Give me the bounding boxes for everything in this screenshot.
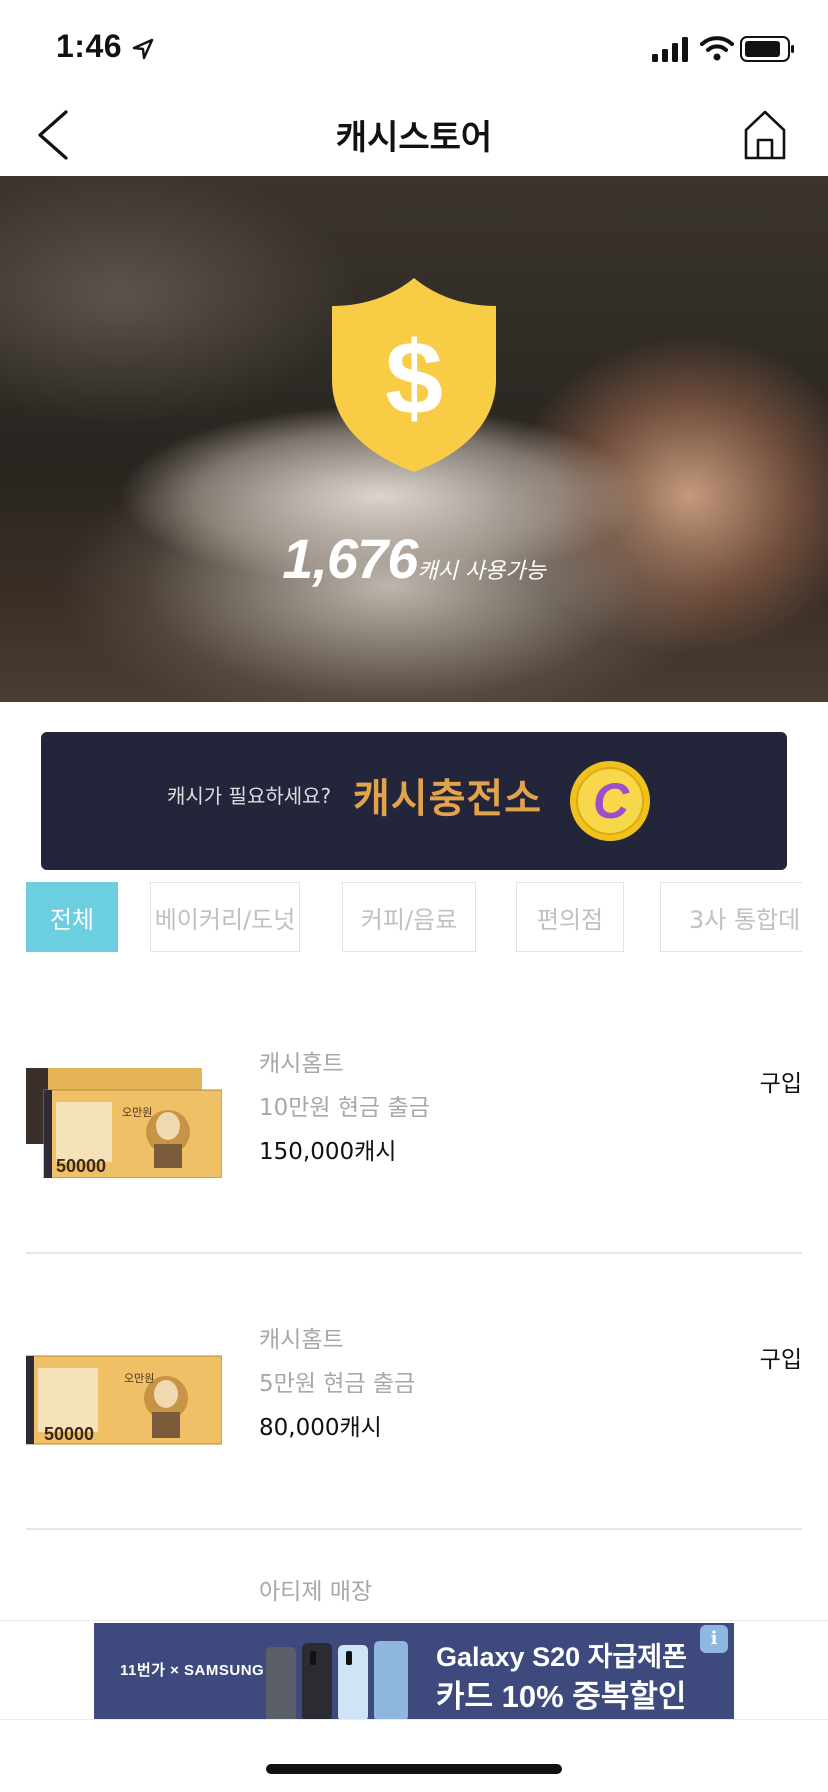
navigation-bar: 캐시스토어 [0,96,828,176]
page-title: 캐시스토어 [335,119,493,157]
tab-coffee-drinks[interactable]: 커피/음료 [342,882,476,952]
location-arrow-icon [132,38,154,60]
product-brand: 캐시홈트 [259,1051,344,1077]
note-denomination: 50000 [56,1156,106,1176]
cash-charge-banner[interactable]: 캐시가 필요하세요? 캐시충전소 C [41,732,787,870]
banknote-image: 50000 오만원 [26,1355,222,1445]
status-bar: 1:46 [0,0,828,96]
cash-balance: 1,676캐시 사용가능 [0,526,828,591]
product-brand: 아티제 매장 [259,1579,373,1605]
charge-question: 캐시가 필요하세요? [167,784,332,808]
tab-telecom-data[interactable]: 3사 통합데 [660,882,802,952]
battery-icon [740,36,794,62]
buy-button[interactable]: 구입 [760,1064,802,1098]
product-price: 80,000캐시 [259,1415,382,1441]
product-brand: 캐시홈트 [259,1327,344,1353]
banknote-image: 50000 오만원 [26,1068,222,1178]
shield-dollar-icon: $ [332,278,496,472]
svg-text:$: $ [385,321,443,437]
product-name: 10만원 현금 출금 [259,1095,430,1121]
ad-banner[interactable]: 11번가 × SAMSUNG Galaxy S20 자급제폰 카드 10% 중복… [94,1623,734,1719]
product-item[interactable]: 50000 오만원 캐시홈트 5만원 현금 출금 80,000캐시 구입 [26,1276,802,1552]
ad-brand: 11번가 × SAMSUNG [120,1662,265,1679]
note-text: 오만원 [122,1106,152,1119]
divider [26,1252,802,1254]
tab-all[interactable]: 전체 [26,882,118,952]
charge-title: 캐시충전소 [353,777,542,821]
divider [26,1528,802,1530]
buy-button[interactable]: 구입 [760,1340,802,1374]
cellular-signal-icon [652,37,688,62]
hero-banner: $ 1,676캐시 사용가능 [0,176,828,702]
home-indicator[interactable] [266,1764,562,1774]
tab-bakery-donut[interactable]: 베이커리/도넛 [150,882,300,952]
category-tabs: 전체 베이커리/도넛 커피/음료 편의점 3사 통합데 [26,880,802,952]
product-item[interactable]: 아티제 매장 [26,1552,802,1620]
cash-available-label: 캐시 사용가능 [417,559,546,584]
home-icon [744,110,786,160]
note-text: 오만원 [124,1372,154,1385]
wifi-icon [700,36,734,61]
ad-subheadline: 카드 10% 중복할인 [436,1679,687,1714]
note-denomination: 50000 [44,1424,94,1444]
product-name: 5만원 현금 출금 [259,1371,416,1397]
ad-headline: Galaxy S20 자급제폰 [436,1642,687,1672]
ad-info-icon[interactable]: i [700,1625,728,1653]
product-price: 150,000캐시 [259,1139,397,1165]
cash-amount: 1,676 [282,527,418,590]
svg-text:C: C [593,773,630,829]
status-time: 1:46 [56,28,123,64]
product-item[interactable]: 50000 오만원 캐시홈트 10만원 현금 출금 150,000캐시 구입 [26,1000,802,1276]
phones-image [266,1641,408,1719]
ad-area: 11번가 × SAMSUNG Galaxy S20 자급제폰 카드 10% 중복… [0,1620,828,1720]
tab-convenience-store[interactable]: 편의점 [516,882,624,952]
home-button[interactable] [740,106,790,162]
coin-c-icon: C [570,761,650,841]
